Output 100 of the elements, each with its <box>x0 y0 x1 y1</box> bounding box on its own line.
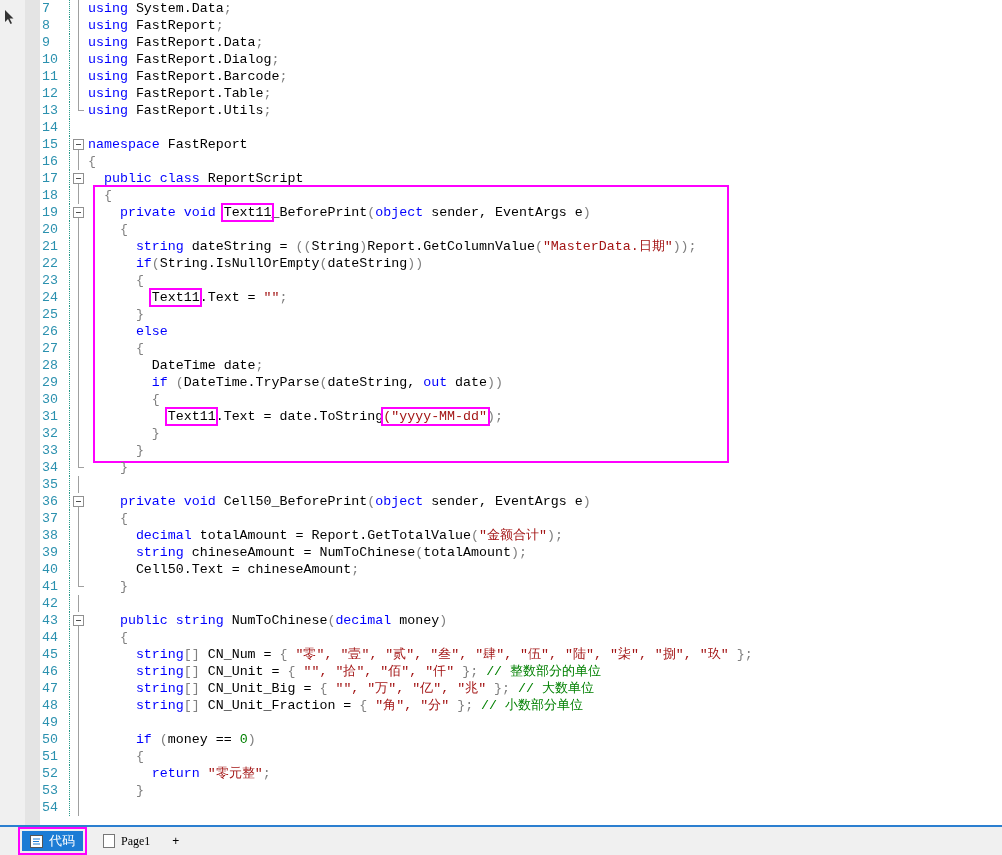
collapse-icon[interactable] <box>73 139 84 150</box>
line-number: 47 <box>41 680 59 697</box>
code-line: public class ReportScript <box>102 170 304 187</box>
line-number: 15 <box>41 136 59 153</box>
code-line: { <box>134 748 144 765</box>
code-line: else <box>134 323 168 340</box>
line-number: 43 <box>41 612 59 629</box>
code-line: using FastReport.Table; <box>88 85 272 102</box>
line-number: 24 <box>41 289 59 306</box>
line-number: 18 <box>41 187 59 204</box>
line-number: 9 <box>41 34 51 51</box>
collapse-icon[interactable] <box>73 207 84 218</box>
line-number: 50 <box>41 731 59 748</box>
code-line: DateTime date; <box>150 357 264 374</box>
line-number: 42 <box>41 595 59 612</box>
line-number: 29 <box>41 374 59 391</box>
line-number: 26 <box>41 323 59 340</box>
line-number: 14 <box>41 119 59 136</box>
code-line: if(String.IsNullOrEmpty(dateString)) <box>134 255 424 272</box>
code-line: Text11.Text = date.ToString("yyyy-MM-dd"); <box>166 408 503 425</box>
code-line: { <box>134 272 144 289</box>
code-line: } <box>134 782 144 799</box>
code-line: { <box>118 510 128 527</box>
add-tab-button[interactable]: + <box>166 831 186 851</box>
line-number: 54 <box>41 799 59 816</box>
code-line: decimal totalAmount = Report.GetTotalValue("金额合计"); <box>134 527 563 544</box>
code-line: return "零元整"; <box>150 765 271 782</box>
collapse-icon[interactable] <box>73 615 84 626</box>
code-line: { <box>118 221 128 238</box>
code-line: { <box>102 187 112 204</box>
code-line: string[] CN_Unit_Big = { "", "万", "亿", "兆" }; // 大数单位 <box>134 680 594 697</box>
code-line: { <box>134 340 144 357</box>
line-number: 41 <box>41 578 59 595</box>
line-number: 38 <box>41 527 59 544</box>
line-number: 17 <box>41 170 59 187</box>
line-number: 31 <box>41 408 59 425</box>
collapse-icon[interactable] <box>73 173 84 184</box>
code-line: string[] CN_Unit = { "", "拾", "佰", "仟" }; // 整数部分的单位 <box>134 663 602 680</box>
code-line: if (money == 0) <box>134 731 256 748</box>
code-line: using FastReport.Dialog; <box>88 51 280 68</box>
code-line: } <box>118 459 128 476</box>
code-line: string[] CN_Num = { "零", "壹", "贰", "叁", "肆", "伍", "陆", "柒", "捌", "玖" }; <box>134 646 753 663</box>
line-number: 11 <box>41 68 59 85</box>
code-line: private void Cell50_BeforePrint(object sender, EventArgs e) <box>118 493 591 510</box>
line-number: 21 <box>41 238 59 255</box>
code-line: if (DateTime.TryParse(dateString, out date)) <box>150 374 503 391</box>
line-number: 44 <box>41 629 59 646</box>
line-number: 37 <box>41 510 59 527</box>
line-number: 20 <box>41 221 59 238</box>
line-number: 30 <box>41 391 59 408</box>
line-number: 46 <box>41 663 59 680</box>
line-number: 12 <box>41 85 59 102</box>
code-line: } <box>134 442 144 459</box>
line-number: 7 <box>41 0 51 17</box>
line-number: 35 <box>41 476 59 493</box>
line-number: 25 <box>41 306 59 323</box>
line-number: 51 <box>41 748 59 765</box>
line-number: 13 <box>41 102 59 119</box>
code-line: } <box>134 306 144 323</box>
code-line: Cell50.Text = chineseAmount; <box>134 561 360 578</box>
code-line: string dateString = ((String)Report.GetColumnValue("MasterData.日期")); <box>134 238 697 255</box>
line-number: 22 <box>41 255 59 272</box>
code-line: using FastReport.Barcode; <box>88 68 288 85</box>
line-number: 23 <box>41 272 59 289</box>
code-line: string chineseAmount = NumToChinese(totalAmount); <box>134 544 527 561</box>
code-window-icon <box>30 834 43 848</box>
line-number: 49 <box>41 714 59 731</box>
tab[interactable]: Page1 <box>95 831 159 851</box>
line-number: 19 <box>41 204 59 221</box>
cursor-arrow-icon[interactable] <box>4 8 15 25</box>
code-line: using System.Data; <box>88 0 232 17</box>
code-line: { <box>88 153 96 170</box>
code-line: string[] CN_Unit_Fraction = { "角", "分" }; // 小数部分单位 <box>134 697 584 714</box>
line-number: 16 <box>41 153 59 170</box>
code-line: } <box>150 425 160 442</box>
line-number: 8 <box>41 17 51 34</box>
code-line: { <box>150 391 160 408</box>
tab[interactable]: 代码 <box>22 831 83 851</box>
code-line: using FastReport.Data; <box>88 34 264 51</box>
collapse-icon[interactable] <box>73 496 84 507</box>
code-line: namespace FastReport <box>88 136 248 153</box>
line-number: 52 <box>41 765 59 782</box>
line-number: 27 <box>41 340 59 357</box>
line-number: 33 <box>41 442 59 459</box>
line-number: 36 <box>41 493 59 510</box>
line-number: 39 <box>41 544 59 561</box>
line-number: 32 <box>41 425 59 442</box>
code-line: public string NumToChinese(decimal money) <box>118 612 448 629</box>
code-line: } <box>118 578 128 595</box>
line-number: 40 <box>41 561 59 578</box>
line-number: 34 <box>41 459 59 476</box>
code-line: using FastReport.Utils; <box>88 102 272 119</box>
code-line: { <box>118 629 128 646</box>
code-line: using FastReport; <box>88 17 224 34</box>
line-number: 48 <box>41 697 59 714</box>
line-number: 45 <box>41 646 59 663</box>
line-number: 10 <box>41 51 59 68</box>
line-number: 53 <box>41 782 59 799</box>
page-icon <box>103 834 115 848</box>
code-line: Text11.Text = ""; <box>150 289 288 306</box>
